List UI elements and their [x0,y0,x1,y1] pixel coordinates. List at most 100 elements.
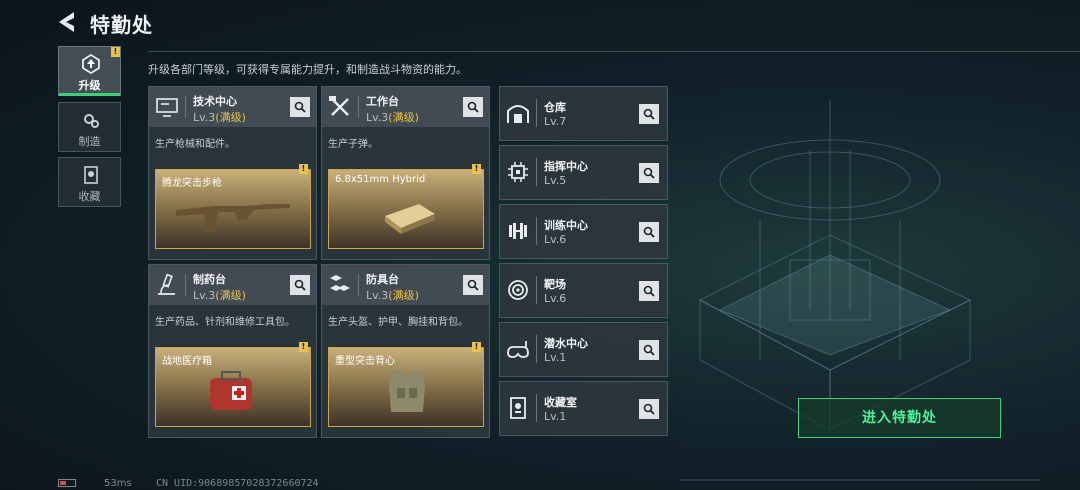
facility-shooting-range[interactable]: 靶场 Lv.6 [499,263,668,318]
production-slot[interactable]: 重型突击背心 ! [328,342,484,427]
warehouse-icon [507,105,529,123]
facility-name: 仓库 [544,101,566,114]
product-name: 6.8x51mm Hybrid [335,174,426,185]
tab-upgrade-badge: ! [111,47,120,57]
search-icon [467,101,479,113]
tab-collection-label: 收藏 [78,190,101,203]
back-arrow-icon [59,12,74,32]
top-bar: 特勤处 [0,0,1080,44]
assault-rifle-icon [176,204,290,232]
max-level-tag: (满级) [215,111,246,124]
facility-level: Lv.1 [544,410,567,423]
department-level: Lv.3(满级) [193,109,246,125]
inspect-button[interactable] [639,399,659,419]
department-name: 防具台 [366,273,399,286]
page-title: 特勤处 [90,13,153,37]
facility-level: Lv.7 [544,115,567,128]
page-subtitle: 升级各部门等级，可获得专属能力提升，和制造战斗物资的能力。 [148,63,467,76]
collection-icon [84,166,98,184]
user-uid: CN UID:9068985702837266072​4 [156,478,319,489]
department-name: 制药台 [193,273,226,286]
inspect-button[interactable] [463,97,483,117]
trophy-case-icon [510,397,526,419]
inspect-button[interactable] [639,104,659,124]
level-value: Lv.3 [193,289,216,302]
card-header: 技术中心 Lv.3(满级) [149,87,316,127]
back-button[interactable] [56,10,82,34]
enter-special-ops-button[interactable]: 进入特勤处 [798,398,1001,438]
microscope-icon [158,273,175,295]
facility-training-center[interactable]: 训练中心 Lv.6 [499,204,668,259]
inspect-button[interactable] [639,340,659,360]
header-separator [536,276,537,304]
department-description: 生产枪械和配件。 [155,139,235,150]
header-separator [536,217,537,245]
department-card-armor-bench[interactable]: 防具台 Lv.3(满级) 生产头盔、护甲、胸挂和背包。 重型突击背心 ! [321,264,490,438]
header-separator [358,96,359,118]
card-header: 防具台 Lv.3(满级) [322,265,489,305]
header-separator [358,274,359,296]
facility-name: 训练中心 [544,219,588,232]
product-name: 腾龙突击步枪 [162,178,222,189]
max-level-tag: (满级) [215,289,246,302]
max-level-tag: (满级) [388,111,419,124]
search-icon [643,344,655,356]
department-description: 生产头盔、护甲、胸挂和背包。 [328,317,468,328]
gears-icon [84,114,99,128]
monitor-icon [156,98,178,117]
ping-readout: 53ms [104,478,132,489]
medkit-icon [210,371,252,410]
ammo-box-icon [385,204,435,234]
header-divider [148,51,1080,52]
facility-level: Lv.6 [544,233,567,246]
product-badge: ! [299,164,308,174]
department-description: 生产子弹。 [328,139,378,150]
product-name: 战地医疗箱 [162,356,212,367]
header-separator [185,274,186,296]
level-value: Lv.3 [366,111,389,124]
inspect-button[interactable] [290,275,310,295]
inspect-button[interactable] [290,97,310,117]
search-icon [643,167,655,179]
product-name: 重型突击背心 [335,356,395,367]
level-value: Lv.3 [193,111,216,124]
card-header: 制药台 Lv.3(满级) [149,265,316,305]
facility-warehouse[interactable]: 仓库 Lv.7 [499,86,668,141]
department-card-pharmacy[interactable]: 制药台 Lv.3(满级) 生产药品、针剂和维修工具包。 战地医疗箱 ! [148,264,317,438]
diving-mask-icon [507,341,529,358]
department-description: 生产药品、针剂和维修工具包。 [155,317,295,328]
facility-level: Lv.5 [544,174,567,187]
facility-collection-room[interactable]: 收藏室 Lv.1 [499,381,668,436]
production-slot[interactable]: 6.8x51mm Hybrid ! [328,164,484,249]
max-level-tag: (满级) [388,289,419,302]
department-card-tech-center[interactable]: 技术中心 Lv.3(满级) 生产枪械和配件。 腾龙突击步枪 ! [148,86,317,260]
production-slot[interactable]: 腾龙突击步枪 ! [155,164,311,249]
department-card-workbench[interactable]: 工作台 Lv.3(满级) 生产子弹。 6.8x51mm Hybrid ! [321,86,490,260]
facility-level: Lv.6 [544,292,567,305]
production-slot[interactable]: 战地医疗箱 ! [155,342,311,427]
level-value: Lv.3 [366,289,389,302]
upgrade-icon [82,54,100,74]
search-icon [643,403,655,415]
inspect-button[interactable] [463,275,483,295]
tab-collection[interactable]: 收藏 [58,157,121,207]
inspect-button[interactable] [639,163,659,183]
department-level: Lv.3(满级) [193,287,246,303]
header-separator [536,158,537,186]
search-icon [643,285,655,297]
header-separator [185,96,186,118]
inspect-button[interactable] [639,281,659,301]
tab-upgrade[interactable]: 升级 ! [58,46,121,96]
facility-command-center[interactable]: 指挥中心 Lv.5 [499,145,668,200]
tab-craft[interactable]: 制造 [58,102,121,152]
header-separator [536,99,537,127]
battery-icon [58,479,76,487]
inspect-button[interactable] [639,222,659,242]
target-icon [508,280,528,300]
facility-name: 指挥中心 [544,160,588,173]
product-badge: ! [472,164,481,174]
header-separator [536,394,537,422]
facility-diving-center[interactable]: 潜水中心 Lv.1 [499,322,668,377]
search-icon [294,279,306,291]
chip-icon [508,162,528,182]
